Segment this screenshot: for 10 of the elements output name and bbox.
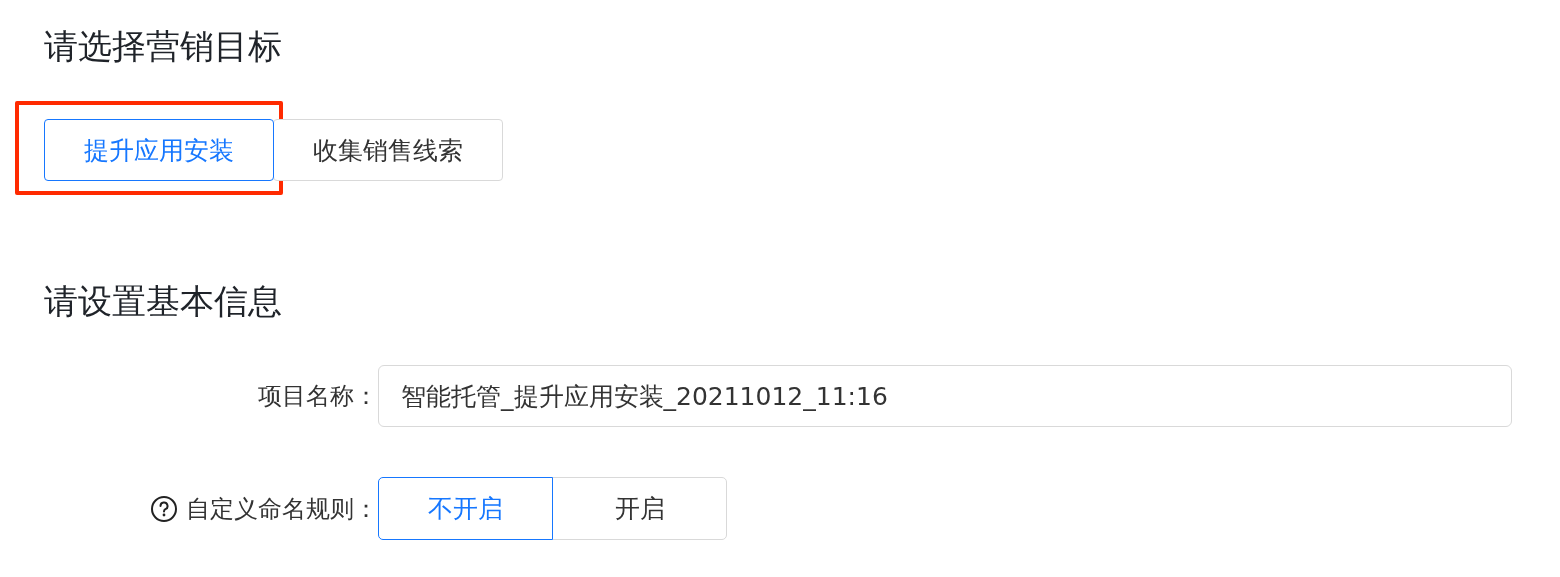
help-icon[interactable] [150, 494, 178, 523]
field-label: 自定义命名规则： [186, 493, 378, 525]
goal-option[interactable]: 收集销售线索 [273, 119, 503, 181]
segment-option[interactable]: 开启 [552, 477, 727, 540]
segment-option[interactable]: 不开启 [378, 477, 553, 540]
goal-option[interactable]: 提升应用安装 [44, 119, 274, 181]
section-title: 请选择营销目标 [44, 25, 283, 68]
field-label: 项目名称： [258, 381, 378, 412]
project-name-field[interactable]: 智能托管_提升应用安装_20211012_11:16 [378, 365, 1512, 427]
section-title: 请设置基本信息 [44, 280, 283, 323]
